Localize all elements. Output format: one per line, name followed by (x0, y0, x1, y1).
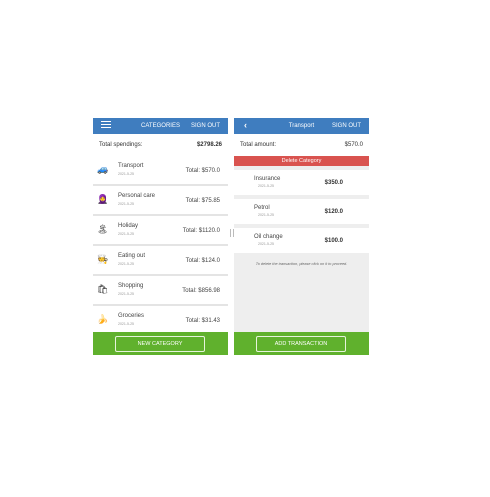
total-amount-row: Total amount: $570.0 (234, 134, 369, 156)
transactions-header: ‹ Transport SIGN OUT (234, 118, 369, 134)
total-spendings-value: $2798.26 (196, 142, 222, 148)
category-item[interactable]: 🧕 Personal care 2021-5-25 Total: $75.85 (93, 186, 228, 216)
banana-icon: 🍌 (97, 314, 109, 324)
new-category-button[interactable]: NEW CATEGORY (115, 336, 205, 352)
sign-out-button[interactable]: SIGN OUT (332, 123, 361, 129)
transaction-amount: $350.0 (324, 180, 343, 186)
category-date: 2021-5-25 (118, 292, 134, 296)
transaction-name: Insurance (254, 176, 281, 182)
delete-hint-text: To delete the transaction, please click … (255, 262, 348, 266)
category-total: Total: $31.43 (185, 318, 220, 324)
category-date: 2021-5-25 (118, 202, 134, 206)
category-date: 2021-5-25 (118, 262, 134, 266)
car-icon: 🚙 (97, 164, 109, 174)
category-total: Total: $1120.0 (182, 228, 220, 234)
transaction-item[interactable]: Oil change 2021-5-25 $100.0 (234, 228, 369, 253)
total-amount-label: Total amount: (240, 142, 277, 148)
transaction-name: Petrol (254, 205, 270, 211)
category-total: Total: $856.98 (182, 288, 220, 294)
category-total: Total: $570.0 (185, 168, 220, 174)
category-total: Total: $124.0 (185, 258, 220, 264)
transaction-amount: $120.0 (324, 209, 343, 215)
category-name: Personal care (118, 193, 156, 199)
transaction-amount: $100.0 (324, 238, 343, 244)
category-date: 2021-5-25 (118, 322, 134, 326)
total-amount-value: $570.0 (344, 142, 363, 148)
category-total: Total: $75.85 (185, 198, 220, 204)
category-item[interactable]: 🚙 Transport 2021-5-25 Total: $570.0 (93, 156, 228, 186)
delete-category-button[interactable]: Delete Category (234, 156, 369, 166)
category-name: Groceries (118, 313, 145, 319)
category-name: Holiday (118, 223, 139, 229)
categories-screen: CATEGORIES SIGN OUT Total spendings: $27… (93, 118, 228, 355)
transaction-date: 2021-5-25 (258, 184, 274, 188)
total-spendings-row: Total spendings: $2798.26 (93, 134, 228, 156)
category-item[interactable]: 🛍 Shopping 2021-5-25 Total: $856.98 (93, 276, 228, 306)
transaction-list: Insurance 2021-5-25 $350.0 Petrol 2021-5… (234, 170, 369, 257)
category-date: 2021-5-25 (118, 232, 134, 236)
category-item[interactable]: 🏝 Holiday 2021-5-25 Total: $1120.0 (93, 216, 228, 246)
category-list: 🚙 Transport 2021-5-25 Total: $570.0 🧕 Pe… (93, 156, 228, 336)
add-transaction-button[interactable]: ADD TRANSACTION (256, 336, 346, 352)
category-name: Eating out (118, 253, 146, 259)
category-name: Transport (118, 163, 144, 169)
transaction-item[interactable]: Petrol 2021-5-25 $120.0 (234, 199, 369, 224)
person-icon: 🧕 (97, 194, 109, 204)
transaction-date: 2021-5-25 (258, 213, 274, 217)
categories-footer: NEW CATEGORY (93, 332, 228, 355)
total-spendings-label: Total spendings: (99, 142, 143, 148)
shopping-bag-icon: 🛍 (97, 284, 109, 294)
sign-out-button[interactable]: SIGN OUT (191, 123, 220, 129)
category-item[interactable]: 🧑‍🍳 Eating out 2021-5-25 Total: $124.0 (93, 246, 228, 276)
transaction-item[interactable]: Insurance 2021-5-25 $350.0 (234, 170, 369, 195)
transaction-name: Oil change (254, 234, 283, 240)
eating-icon: 🧑‍🍳 (97, 254, 109, 264)
transactions-screen: ‹ Transport SIGN OUT Total amount: $570.… (234, 118, 369, 355)
category-date: 2021-5-25 (118, 172, 134, 176)
palm-tree-icon: 🏝 (97, 224, 109, 234)
category-name: Shopping (118, 283, 144, 289)
transactions-footer: ADD TRANSACTION (234, 332, 369, 355)
categories-header: CATEGORIES SIGN OUT (93, 118, 228, 134)
transaction-date: 2021-5-25 (258, 242, 274, 246)
